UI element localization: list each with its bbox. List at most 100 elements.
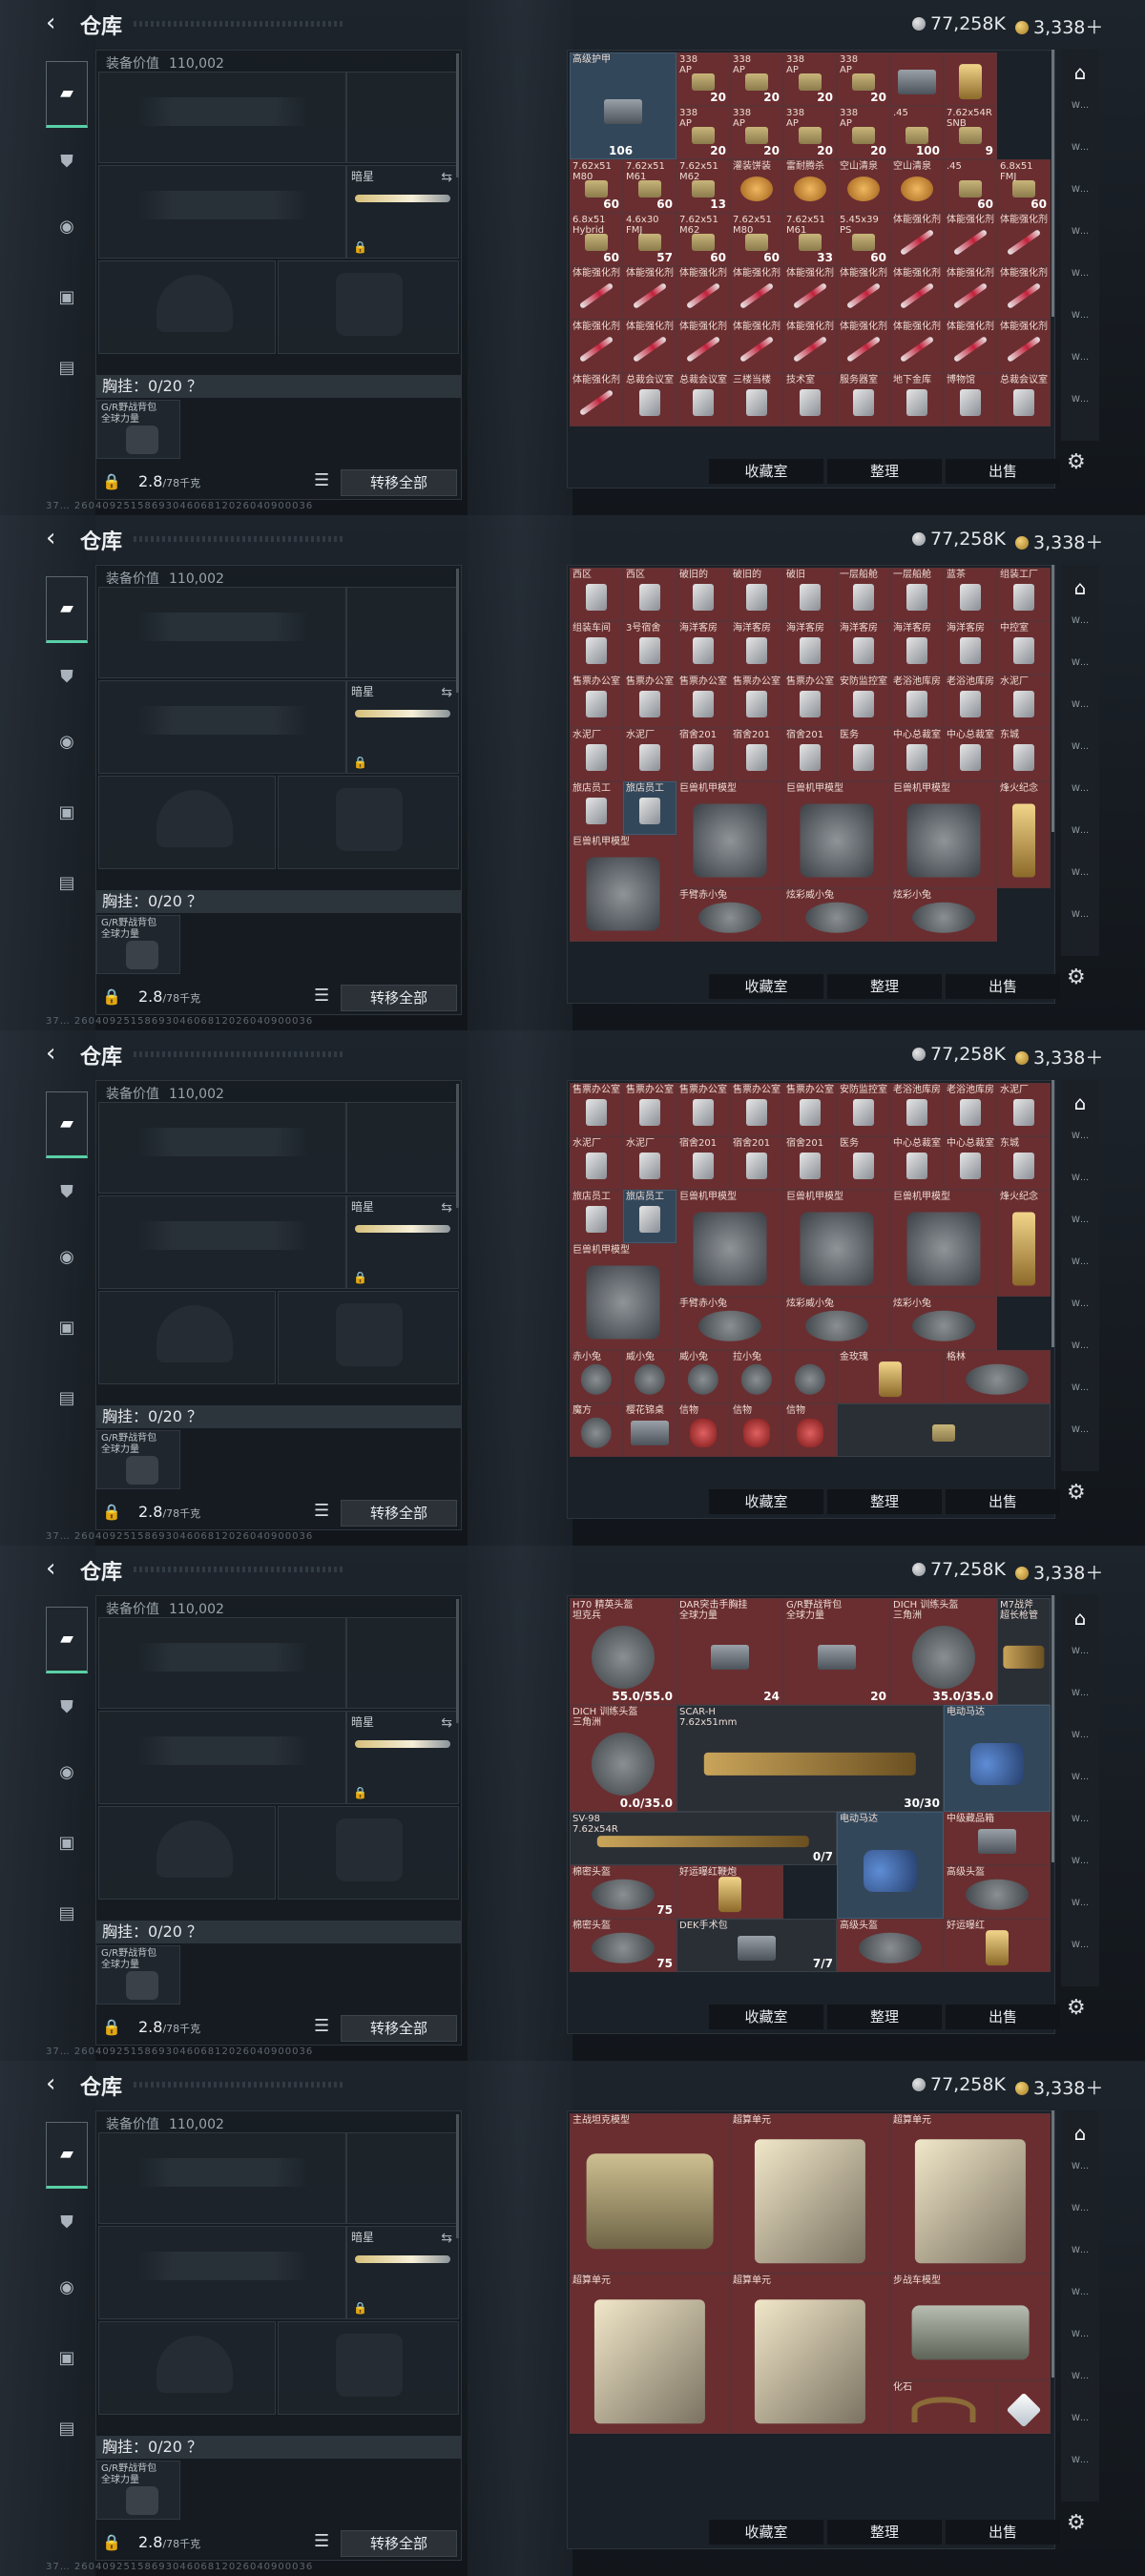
storage-tab[interactable]: W… — [1067, 1174, 1093, 1200]
secondary-weapon-slot[interactable] — [98, 1711, 346, 1804]
inventory-item[interactable]: 7.62x51 M62 13 — [677, 159, 730, 213]
storage-tab[interactable]: W… — [1067, 826, 1093, 853]
inventory-item[interactable]: 338 AP 20 — [783, 106, 837, 159]
inventory-item[interactable]: 拉小兔 — [730, 1350, 783, 1403]
armor-tab-icon[interactable]: ⛊ — [50, 2206, 84, 2240]
gold-currency[interactable]: 3,338＋ — [1015, 1559, 1103, 1585]
list-icon[interactable]: ☰ — [314, 470, 329, 490]
inventory-item[interactable]: 7.62x54R SNB 9 — [944, 106, 997, 159]
storage-tab[interactable]: W… — [1067, 1857, 1093, 1883]
inventory-item[interactable]: 威小兔 — [623, 1350, 677, 1403]
inventory-item[interactable]: 安防监控室 — [837, 1083, 890, 1136]
storage-tab[interactable]: W… — [1067, 1383, 1093, 1410]
inventory-item[interactable]: 三楼当楼 — [730, 373, 783, 426]
gold-currency[interactable]: 3,338＋ — [1015, 529, 1103, 554]
storage-tab[interactable]: W… — [1067, 1815, 1093, 1841]
inventory-item[interactable]: 棉密头盔 75 — [570, 1865, 677, 1919]
backpack-slot[interactable]: G/R野战背包 全球力量 — [96, 1430, 180, 1489]
inventory-item[interactable]: 338 AP 20 — [730, 106, 783, 159]
storage-tab[interactable]: W… — [1067, 143, 1093, 170]
inventory-item[interactable]: 巨兽机甲模型 — [890, 781, 997, 888]
inventory-item[interactable]: 空山清泉 — [890, 159, 944, 213]
inventory-item[interactable]: 体能强化剂 — [944, 266, 997, 320]
inventory-scrollbar[interactable] — [1051, 2110, 1054, 2378]
inventory-item[interactable]: DICH 训练头盔 三角洲 0.0/35.0 — [570, 1705, 677, 1812]
inventory-item[interactable]: 博物馆 — [944, 373, 997, 426]
inventory-item[interactable]: 7.62x51 M80 60 — [730, 213, 783, 266]
inventory-item[interactable]: 海洋客房 — [944, 621, 997, 675]
inventory-item[interactable] — [890, 52, 944, 106]
inventory-item[interactable]: 超算单元 — [730, 2113, 890, 2274]
storage-tab[interactable]: W… — [1067, 1257, 1093, 1284]
inventory-item[interactable]: 西区 — [623, 568, 677, 621]
inventory-item[interactable]: M7战斧 超长枪管 — [997, 1598, 1051, 1705]
inventory-item[interactable]: 体能强化剂 — [623, 266, 677, 320]
list-icon[interactable]: ☰ — [314, 986, 329, 1006]
storage-tab[interactable]: W… — [1067, 101, 1093, 128]
inventory-item[interactable]: 超算单元 — [730, 2274, 890, 2434]
storage-tab[interactable]: W… — [1067, 395, 1093, 422]
collection-room-button[interactable]: 收藏室 — [709, 2520, 823, 2545]
inventory-item[interactable]: 总裁会议室 — [623, 373, 677, 426]
inventory-item[interactable]: 体能强化剂 — [783, 320, 837, 373]
inventory-item[interactable]: 巨兽机甲模型 — [677, 1190, 783, 1297]
inventory-item[interactable] — [997, 2380, 1051, 2434]
inventory-item[interactable]: 中心总裁室 — [944, 728, 997, 781]
storage-tab[interactable]: W… — [1067, 2204, 1093, 2231]
storage-tab[interactable]: W… — [1067, 2246, 1093, 2273]
settings-gear-icon[interactable]: ⚙ — [1067, 1996, 1086, 2020]
back-arrow-icon[interactable]: ‹ — [46, 1556, 69, 1581]
transfer-all-button[interactable]: 转移全部 — [341, 2530, 457, 2557]
inventory-item[interactable]: 魔方 — [570, 1403, 623, 1457]
inventory-item[interactable]: 体能强化剂 — [730, 320, 783, 373]
inventory-item[interactable]: 烽火纪念 — [997, 781, 1051, 888]
inventory-item[interactable]: 旅店员工 — [570, 1190, 623, 1243]
loadout-scrollbar[interactable] — [456, 1084, 459, 1208]
melee-slot[interactable]: 暗星 ⇆ 🔒 — [346, 1195, 459, 1289]
backpack-tab-icon[interactable]: ▣ — [50, 1826, 84, 1860]
storage-tab[interactable]: W… — [1067, 1132, 1093, 1158]
inventory-item[interactable]: 售票办公室 — [677, 675, 730, 728]
inventory-item[interactable]: 一层船舱 — [890, 568, 944, 621]
back-arrow-icon[interactable]: ‹ — [46, 2071, 69, 2096]
settings-gear-icon[interactable]: ⚙ — [1067, 966, 1086, 989]
back-arrow-icon[interactable]: ‹ — [46, 526, 69, 551]
inventory-item[interactable]: 售票办公室 — [623, 675, 677, 728]
loadout-scrollbar[interactable] — [456, 2114, 459, 2238]
inventory-item[interactable]: 巨兽机甲模型 — [783, 1190, 890, 1297]
storage-tab[interactable]: W… — [1067, 1689, 1093, 1715]
inventory-item[interactable]: 地下金库 — [890, 373, 944, 426]
storage-tab[interactable]: W… — [1067, 2372, 1093, 2399]
inventory-item[interactable]: 电动马达 — [837, 1812, 944, 1919]
inventory-item[interactable]: 炫彩小兔 — [890, 1297, 997, 1350]
inventory-item[interactable]: 超算单元 — [570, 2274, 730, 2434]
list-icon[interactable]: ☰ — [314, 1501, 329, 1521]
case-tab-icon[interactable]: ▤ — [50, 2412, 84, 2446]
sell-button[interactable]: 出售 — [946, 2005, 1060, 2029]
inventory-item[interactable]: 338 AP 20 — [783, 52, 837, 106]
inventory-item[interactable]: 宿舍201 — [783, 728, 837, 781]
inventory-item[interactable]: 破旧 — [783, 568, 837, 621]
inventory-item[interactable]: 338 AP 20 — [677, 52, 730, 106]
inventory-item[interactable]: 5.45x39 PS 60 — [837, 213, 890, 266]
inventory-item[interactable]: 信物 — [730, 1403, 783, 1457]
storage-tab[interactable]: W… — [1067, 1731, 1093, 1757]
inventory-item[interactable]: 体能强化剂 — [623, 320, 677, 373]
inventory-item[interactable]: 体能强化剂 — [570, 266, 623, 320]
storage-tab[interactable]: W… — [1067, 2330, 1093, 2357]
inventory-item[interactable]: 338 AP 20 — [837, 52, 890, 106]
inventory-item[interactable]: 体能强化剂 — [677, 266, 730, 320]
inventory-item[interactable]: 技术室 — [783, 373, 837, 426]
inventory-item[interactable]: 医务 — [837, 728, 890, 781]
melee-slot[interactable]: 暗星 ⇆ 🔒 — [346, 1711, 459, 1804]
armor-slot[interactable] — [278, 260, 459, 354]
storage-home-icon[interactable]: ⌂ — [1067, 1605, 1093, 1631]
case-tab-icon[interactable]: ▤ — [50, 1897, 84, 1931]
sort-button[interactable]: 整理 — [827, 2005, 942, 2029]
sell-button[interactable]: 出售 — [946, 459, 1060, 484]
inventory-item[interactable]: 水泥厂 — [570, 728, 623, 781]
swap-icon[interactable]: ⇆ — [441, 1715, 452, 1731]
lock-icon[interactable]: 🔒 — [102, 2533, 121, 2551]
pistol-slot[interactable] — [346, 72, 459, 163]
inventory-item[interactable]: 水泥厂 — [570, 1136, 623, 1190]
